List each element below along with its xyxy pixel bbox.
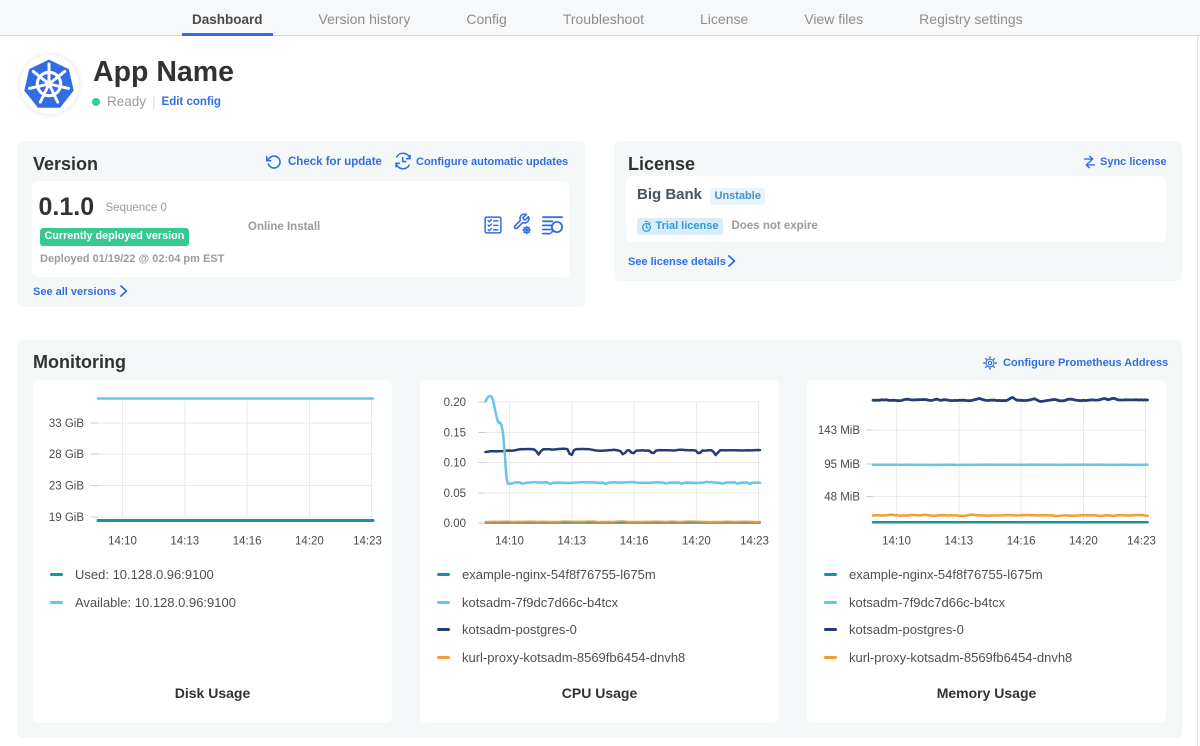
svg-text:0.00: 0.00 — [444, 518, 466, 530]
svg-text:0.10: 0.10 — [444, 458, 466, 470]
svg-text:0.20: 0.20 — [444, 397, 466, 409]
svg-text:14:16: 14:16 — [233, 536, 262, 548]
svg-text:28 GiB: 28 GiB — [49, 449, 84, 461]
svg-text:14:23: 14:23 — [740, 536, 769, 548]
svg-text:14:10: 14:10 — [108, 536, 137, 548]
svg-text:33 GiB: 33 GiB — [49, 418, 84, 430]
svg-text:14:10: 14:10 — [495, 536, 524, 548]
svg-text:14:13: 14:13 — [557, 536, 586, 548]
svg-text:14:13: 14:13 — [170, 536, 199, 548]
svg-text:0.05: 0.05 — [444, 488, 466, 500]
svg-text:14:16: 14:16 — [1007, 536, 1036, 548]
svg-text:14:20: 14:20 — [295, 536, 324, 548]
svg-text:14:10: 14:10 — [882, 536, 911, 548]
svg-text:14:13: 14:13 — [944, 536, 973, 548]
svg-text:19 GiB: 19 GiB — [49, 512, 84, 524]
svg-text:14:20: 14:20 — [1069, 536, 1098, 548]
svg-text:14:23: 14:23 — [353, 536, 382, 548]
svg-text:14:16: 14:16 — [620, 536, 649, 548]
svg-text:0.15: 0.15 — [444, 428, 466, 440]
svg-text:48 MiB: 48 MiB — [824, 492, 860, 504]
svg-text:14:20: 14:20 — [682, 536, 711, 548]
svg-text:95 MiB: 95 MiB — [824, 459, 860, 471]
svg-text:143 MiB: 143 MiB — [818, 425, 861, 437]
svg-text:14:23: 14:23 — [1127, 536, 1156, 548]
svg-text:23 GiB: 23 GiB — [49, 481, 84, 493]
